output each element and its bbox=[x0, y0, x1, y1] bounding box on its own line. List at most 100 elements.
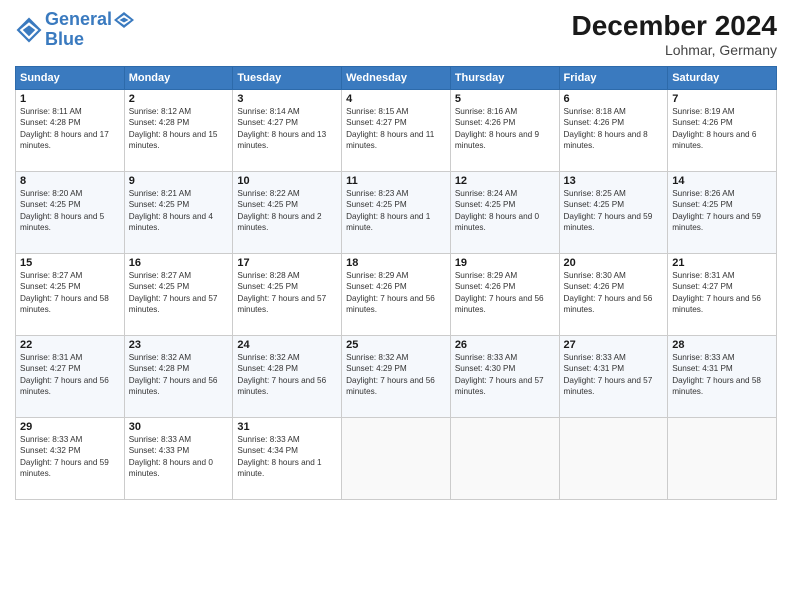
col-header-wednesday: Wednesday bbox=[342, 67, 451, 90]
day-info: Sunrise: 8:14 AMSunset: 4:27 PMDaylight:… bbox=[237, 106, 337, 152]
day-number: 13 bbox=[564, 175, 664, 187]
location: Lohmar, Germany bbox=[572, 42, 777, 58]
day-info: Sunrise: 8:26 AMSunset: 4:25 PMDaylight:… bbox=[672, 188, 772, 234]
day-info: Sunrise: 8:31 AMSunset: 4:27 PMDaylight:… bbox=[20, 352, 120, 398]
day-cell: 9Sunrise: 8:21 AMSunset: 4:25 PMDaylight… bbox=[124, 172, 233, 254]
day-cell: 15Sunrise: 8:27 AMSunset: 4:25 PMDayligh… bbox=[16, 254, 125, 336]
day-number: 30 bbox=[129, 421, 229, 433]
day-cell bbox=[450, 418, 559, 500]
day-number: 1 bbox=[20, 93, 120, 105]
day-cell: 19Sunrise: 8:29 AMSunset: 4:26 PMDayligh… bbox=[450, 254, 559, 336]
day-cell bbox=[342, 418, 451, 500]
day-number: 10 bbox=[237, 175, 337, 187]
day-info: Sunrise: 8:33 AMSunset: 4:33 PMDaylight:… bbox=[129, 434, 229, 480]
day-cell: 27Sunrise: 8:33 AMSunset: 4:31 PMDayligh… bbox=[559, 336, 668, 418]
day-cell: 22Sunrise: 8:31 AMSunset: 4:27 PMDayligh… bbox=[16, 336, 125, 418]
col-header-thursday: Thursday bbox=[450, 67, 559, 90]
week-row-4: 22Sunrise: 8:31 AMSunset: 4:27 PMDayligh… bbox=[16, 336, 777, 418]
col-header-sunday: Sunday bbox=[16, 67, 125, 90]
day-cell: 6Sunrise: 8:18 AMSunset: 4:26 PMDaylight… bbox=[559, 90, 668, 172]
calendar-header-row: SundayMondayTuesdayWednesdayThursdayFrid… bbox=[16, 67, 777, 90]
day-number: 14 bbox=[672, 175, 772, 187]
day-cell: 8Sunrise: 8:20 AMSunset: 4:25 PMDaylight… bbox=[16, 172, 125, 254]
day-info: Sunrise: 8:27 AMSunset: 4:25 PMDaylight:… bbox=[20, 270, 120, 316]
day-number: 31 bbox=[237, 421, 337, 433]
day-cell: 11Sunrise: 8:23 AMSunset: 4:25 PMDayligh… bbox=[342, 172, 451, 254]
day-number: 24 bbox=[237, 339, 337, 351]
day-cell bbox=[559, 418, 668, 500]
logo: GeneralBlue bbox=[15, 10, 134, 50]
day-info: Sunrise: 8:15 AMSunset: 4:27 PMDaylight:… bbox=[346, 106, 446, 152]
day-number: 7 bbox=[672, 93, 772, 105]
day-number: 19 bbox=[455, 257, 555, 269]
day-info: Sunrise: 8:27 AMSunset: 4:25 PMDaylight:… bbox=[129, 270, 229, 316]
day-number: 15 bbox=[20, 257, 120, 269]
day-number: 27 bbox=[564, 339, 664, 351]
day-cell: 25Sunrise: 8:32 AMSunset: 4:29 PMDayligh… bbox=[342, 336, 451, 418]
day-info: Sunrise: 8:30 AMSunset: 4:26 PMDaylight:… bbox=[564, 270, 664, 316]
day-info: Sunrise: 8:12 AMSunset: 4:28 PMDaylight:… bbox=[129, 106, 229, 152]
day-info: Sunrise: 8:16 AMSunset: 4:26 PMDaylight:… bbox=[455, 106, 555, 152]
day-info: Sunrise: 8:29 AMSunset: 4:26 PMDaylight:… bbox=[455, 270, 555, 316]
day-number: 20 bbox=[564, 257, 664, 269]
day-info: Sunrise: 8:24 AMSunset: 4:25 PMDaylight:… bbox=[455, 188, 555, 234]
day-number: 9 bbox=[129, 175, 229, 187]
day-cell: 2Sunrise: 8:12 AMSunset: 4:28 PMDaylight… bbox=[124, 90, 233, 172]
day-cell: 3Sunrise: 8:14 AMSunset: 4:27 PMDaylight… bbox=[233, 90, 342, 172]
day-cell: 26Sunrise: 8:33 AMSunset: 4:30 PMDayligh… bbox=[450, 336, 559, 418]
day-cell: 30Sunrise: 8:33 AMSunset: 4:33 PMDayligh… bbox=[124, 418, 233, 500]
day-info: Sunrise: 8:33 AMSunset: 4:32 PMDaylight:… bbox=[20, 434, 120, 480]
day-number: 21 bbox=[672, 257, 772, 269]
week-row-1: 1Sunrise: 8:11 AMSunset: 4:28 PMDaylight… bbox=[16, 90, 777, 172]
day-info: Sunrise: 8:33 AMSunset: 4:30 PMDaylight:… bbox=[455, 352, 555, 398]
day-cell: 20Sunrise: 8:30 AMSunset: 4:26 PMDayligh… bbox=[559, 254, 668, 336]
day-number: 5 bbox=[455, 93, 555, 105]
day-cell bbox=[668, 418, 777, 500]
day-number: 3 bbox=[237, 93, 337, 105]
week-row-3: 15Sunrise: 8:27 AMSunset: 4:25 PMDayligh… bbox=[16, 254, 777, 336]
title-block: December 2024 Lohmar, Germany bbox=[572, 10, 777, 58]
day-cell: 31Sunrise: 8:33 AMSunset: 4:34 PMDayligh… bbox=[233, 418, 342, 500]
day-info: Sunrise: 8:32 AMSunset: 4:29 PMDaylight:… bbox=[346, 352, 446, 398]
day-cell: 21Sunrise: 8:31 AMSunset: 4:27 PMDayligh… bbox=[668, 254, 777, 336]
day-cell: 28Sunrise: 8:33 AMSunset: 4:31 PMDayligh… bbox=[668, 336, 777, 418]
col-header-monday: Monday bbox=[124, 67, 233, 90]
header: GeneralBlue December 2024 Lohmar, German… bbox=[15, 10, 777, 58]
day-number: 16 bbox=[129, 257, 229, 269]
day-info: Sunrise: 8:23 AMSunset: 4:25 PMDaylight:… bbox=[346, 188, 446, 234]
day-info: Sunrise: 8:22 AMSunset: 4:25 PMDaylight:… bbox=[237, 188, 337, 234]
day-info: Sunrise: 8:19 AMSunset: 4:26 PMDaylight:… bbox=[672, 106, 772, 152]
day-info: Sunrise: 8:25 AMSunset: 4:25 PMDaylight:… bbox=[564, 188, 664, 234]
col-header-saturday: Saturday bbox=[668, 67, 777, 90]
day-cell: 17Sunrise: 8:28 AMSunset: 4:25 PMDayligh… bbox=[233, 254, 342, 336]
day-cell: 12Sunrise: 8:24 AMSunset: 4:25 PMDayligh… bbox=[450, 172, 559, 254]
calendar: SundayMondayTuesdayWednesdayThursdayFrid… bbox=[15, 66, 777, 500]
day-info: Sunrise: 8:33 AMSunset: 4:31 PMDaylight:… bbox=[564, 352, 664, 398]
day-cell: 29Sunrise: 8:33 AMSunset: 4:32 PMDayligh… bbox=[16, 418, 125, 500]
day-cell: 18Sunrise: 8:29 AMSunset: 4:26 PMDayligh… bbox=[342, 254, 451, 336]
day-info: Sunrise: 8:31 AMSunset: 4:27 PMDaylight:… bbox=[672, 270, 772, 316]
day-number: 17 bbox=[237, 257, 337, 269]
day-number: 8 bbox=[20, 175, 120, 187]
day-info: Sunrise: 8:20 AMSunset: 4:25 PMDaylight:… bbox=[20, 188, 120, 234]
day-cell: 7Sunrise: 8:19 AMSunset: 4:26 PMDaylight… bbox=[668, 90, 777, 172]
day-number: 23 bbox=[129, 339, 229, 351]
day-number: 6 bbox=[564, 93, 664, 105]
day-cell: 5Sunrise: 8:16 AMSunset: 4:26 PMDaylight… bbox=[450, 90, 559, 172]
day-cell: 10Sunrise: 8:22 AMSunset: 4:25 PMDayligh… bbox=[233, 172, 342, 254]
col-header-friday: Friday bbox=[559, 67, 668, 90]
week-row-5: 29Sunrise: 8:33 AMSunset: 4:32 PMDayligh… bbox=[16, 418, 777, 500]
day-number: 11 bbox=[346, 175, 446, 187]
day-info: Sunrise: 8:33 AMSunset: 4:34 PMDaylight:… bbox=[237, 434, 337, 480]
day-cell: 13Sunrise: 8:25 AMSunset: 4:25 PMDayligh… bbox=[559, 172, 668, 254]
day-number: 2 bbox=[129, 93, 229, 105]
day-cell: 16Sunrise: 8:27 AMSunset: 4:25 PMDayligh… bbox=[124, 254, 233, 336]
month-title: December 2024 bbox=[572, 10, 777, 42]
day-info: Sunrise: 8:32 AMSunset: 4:28 PMDaylight:… bbox=[237, 352, 337, 398]
day-number: 26 bbox=[455, 339, 555, 351]
day-info: Sunrise: 8:11 AMSunset: 4:28 PMDaylight:… bbox=[20, 106, 120, 152]
logo-text: GeneralBlue bbox=[45, 10, 134, 50]
day-info: Sunrise: 8:28 AMSunset: 4:25 PMDaylight:… bbox=[237, 270, 337, 316]
day-cell: 1Sunrise: 8:11 AMSunset: 4:28 PMDaylight… bbox=[16, 90, 125, 172]
day-cell: 23Sunrise: 8:32 AMSunset: 4:28 PMDayligh… bbox=[124, 336, 233, 418]
